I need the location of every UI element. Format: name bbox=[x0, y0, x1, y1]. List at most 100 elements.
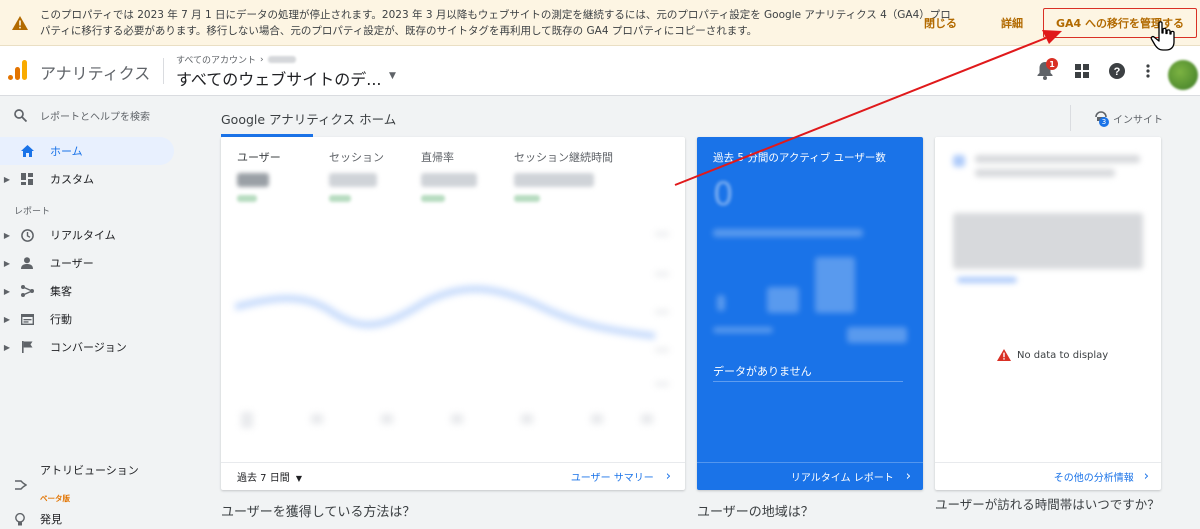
breadcrumb-account[interactable]: すべてのアカウント bbox=[176, 53, 256, 66]
date-range-dropdown[interactable]: 過去 7 日間 ▼ bbox=[237, 469, 302, 484]
sidebar-item-label: 発見 bbox=[40, 513, 62, 526]
sidebar-item-label: コンバージョン bbox=[50, 341, 127, 354]
page-title: Google アナリティクス ホーム bbox=[221, 112, 397, 127]
sidebar-item-label: リアルタイム bbox=[50, 229, 116, 242]
expand-caret-icon[interactable]: ▶ bbox=[0, 231, 10, 240]
sidebar-item-home[interactable]: ホーム bbox=[0, 137, 174, 165]
redacted-account-name bbox=[267, 56, 296, 63]
blurred-text bbox=[975, 155, 1140, 163]
warning-icon bbox=[0, 15, 40, 30]
date-range-label: 過去 7 日間 bbox=[237, 473, 290, 484]
overview-card: ユーザー セッション 直帰率 セッション継続時間 過去 7 日間 ▼ ユーザー … bbox=[221, 137, 685, 490]
section-heading-time: ユーザーが訪れる時間帯はいつですか？ bbox=[935, 497, 1160, 512]
metric-change-blurred bbox=[237, 195, 257, 202]
expand-caret-icon[interactable]: ▶ bbox=[0, 175, 10, 184]
blurred-bar bbox=[815, 257, 855, 313]
header-divider bbox=[163, 58, 164, 84]
blurred-subtitle bbox=[713, 229, 863, 237]
sidebar-item-users[interactable]: ▶ ユーザー bbox=[0, 249, 174, 277]
expand-caret-icon[interactable]: ▶ bbox=[0, 315, 10, 324]
metric-tab-sessions[interactable]: セッション bbox=[329, 149, 384, 165]
realtime-no-data: データがありません bbox=[713, 365, 812, 378]
details-button[interactable]: 詳細 bbox=[989, 15, 1035, 31]
caret-down-icon[interactable]: ▼ bbox=[389, 71, 396, 81]
analytics-intelligence-card: No data to display その他の分析情報 › bbox=[935, 137, 1161, 490]
blurred-bar bbox=[717, 295, 725, 311]
metric-value-blurred bbox=[237, 173, 269, 187]
realtime-report-link[interactable]: リアルタイム レポート › bbox=[697, 462, 923, 490]
sidebar-item-custom[interactable]: ▶ カスタム bbox=[0, 165, 174, 193]
help-icon[interactable]: ? bbox=[1106, 60, 1128, 82]
insight-button[interactable]: 3 インサイト bbox=[1093, 110, 1163, 127]
flag-icon bbox=[16, 341, 38, 353]
sidebar-item-discover[interactable]: 発見 bbox=[0, 511, 62, 527]
more-vert-icon[interactable] bbox=[1137, 60, 1159, 82]
blurred-text bbox=[975, 169, 1115, 177]
alert-triangle-icon bbox=[997, 349, 1011, 361]
caret-down-icon: ▼ bbox=[295, 474, 303, 483]
metric-change-blurred bbox=[421, 195, 445, 202]
top-app-bar: アナリティクス すべてのアカウント › すべてのウェブサイトのデ... ▼ ? bbox=[0, 46, 1200, 96]
users-summary-link[interactable]: ユーザー サマリー › bbox=[571, 469, 671, 484]
sidebar-item-label: アトリビューション bbox=[40, 464, 139, 477]
person-icon bbox=[16, 257, 38, 269]
blurred-label bbox=[847, 327, 907, 343]
expand-caret-icon[interactable]: ▶ bbox=[0, 287, 10, 296]
no-data-label: No data to display bbox=[1017, 349, 1109, 361]
notification-count-badge: 1 bbox=[1046, 58, 1058, 70]
sidebar-item-conversions[interactable]: ▶ コンバージョン bbox=[0, 333, 174, 361]
metric-tab-session-duration[interactable]: セッション継続時間 bbox=[514, 149, 613, 165]
more-insights-link[interactable]: その他の分析情報 › bbox=[935, 462, 1161, 490]
metric-tab-bounce-rate[interactable]: 直帰率 bbox=[421, 149, 454, 165]
sidebar-item-label: 行動 bbox=[50, 313, 72, 326]
search-label: レポートとヘルプを検索 bbox=[40, 111, 150, 123]
sidebar-item-realtime[interactable]: ▶ リアルタイム bbox=[0, 221, 174, 249]
sidebar-search[interactable]: レポートとヘルプを検索 bbox=[0, 105, 150, 125]
realtime-active-users: 0 bbox=[713, 175, 734, 213]
users-trend-chart-blurred bbox=[235, 232, 669, 428]
insight-divider bbox=[1070, 105, 1071, 131]
more-insights-label: その他の分析情報 bbox=[1053, 473, 1134, 484]
sidebar-item-label: 集客 bbox=[50, 285, 72, 298]
app-name: アナリティクス bbox=[40, 64, 151, 83]
realtime-report-label: リアルタイム レポート bbox=[790, 473, 894, 484]
sidebar-item-label: ユーザー bbox=[50, 257, 94, 270]
expand-caret-icon[interactable]: ▶ bbox=[0, 343, 10, 352]
chevron-right-icon: › bbox=[905, 469, 911, 484]
blurred-bar bbox=[767, 287, 799, 313]
metric-value-blurred bbox=[421, 173, 477, 187]
sidebar-item-label: ホーム bbox=[50, 145, 83, 158]
hand-pointer-cursor-icon bbox=[1150, 21, 1175, 51]
metric-value-blurred bbox=[329, 173, 377, 187]
sidebar: レポートとヘルプを検索 ホーム ▶ カスタム レポート ▶ リアルタイム ▶ ユ… bbox=[0, 97, 185, 529]
acquisition-icon bbox=[16, 285, 38, 297]
realtime-card: 過去 5 分間のアクティブ ユーザー数 0 データがありません リアルタイム レ… bbox=[697, 137, 923, 490]
overview-card-footer: 過去 7 日間 ▼ ユーザー サマリー › bbox=[221, 462, 685, 490]
apps-grid-icon[interactable] bbox=[1071, 60, 1093, 82]
analytics-logo-icon bbox=[8, 60, 27, 80]
section-heading-acquisition: ユーザーを獲得している方法は？ bbox=[221, 505, 416, 520]
sidebar-item-behavior[interactable]: ▶ 行動 bbox=[0, 305, 174, 333]
property-selector[interactable]: すべてのウェブサイトのデ... bbox=[176, 66, 382, 90]
chevron-right-icon: › bbox=[1143, 469, 1149, 484]
metric-value-blurred bbox=[514, 173, 594, 187]
avatar[interactable] bbox=[1168, 60, 1198, 90]
svg-text:?: ? bbox=[1114, 66, 1121, 78]
metric-change-blurred bbox=[329, 195, 351, 202]
reports-section-label: レポート bbox=[14, 207, 51, 217]
breadcrumb[interactable]: すべてのアカウント › bbox=[176, 53, 296, 66]
expand-caret-icon[interactable]: ▶ bbox=[0, 259, 10, 268]
metric-change-blurred bbox=[514, 195, 540, 202]
beta-badge: ベータ版 bbox=[40, 494, 70, 503]
section-heading-location: ユーザーの地域は？ bbox=[697, 505, 814, 520]
sidebar-item-acquisition[interactable]: ▶ 集客 bbox=[0, 277, 174, 305]
search-icon bbox=[0, 108, 40, 122]
users-summary-label: ユーザー サマリー bbox=[570, 473, 654, 484]
blurred-label bbox=[713, 327, 773, 333]
insight-icon: 3 bbox=[1093, 110, 1109, 127]
blurred-icon bbox=[953, 155, 965, 167]
close-banner-button[interactable]: 閉じる bbox=[912, 15, 969, 31]
realtime-title: 過去 5 分間のアクティブ ユーザー数 bbox=[713, 152, 886, 164]
metric-tab-users[interactable]: ユーザー bbox=[237, 149, 281, 165]
sidebar-item-label: カスタム bbox=[50, 173, 94, 186]
